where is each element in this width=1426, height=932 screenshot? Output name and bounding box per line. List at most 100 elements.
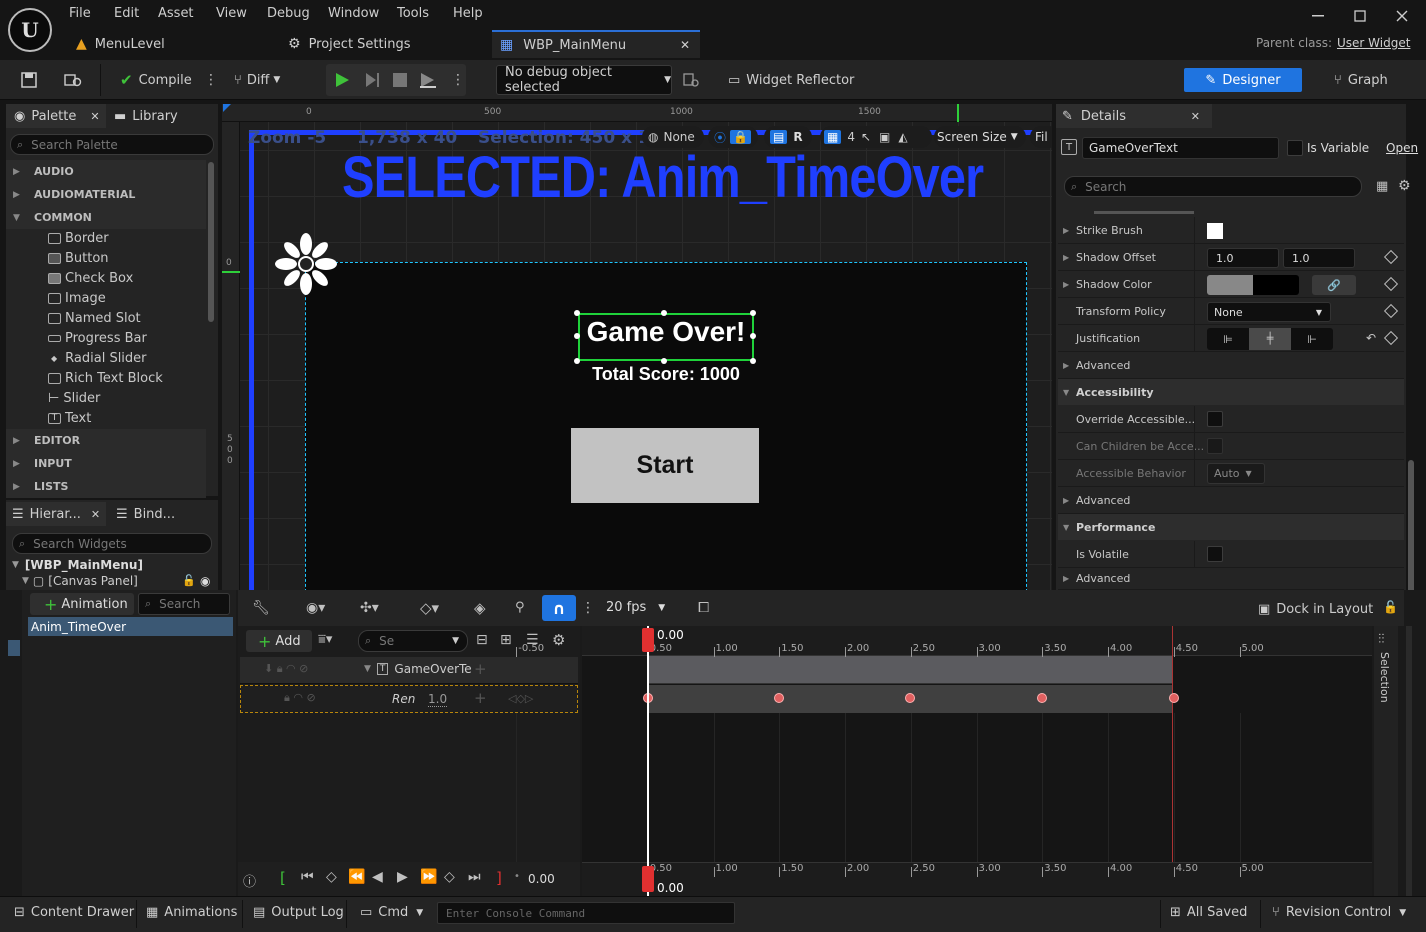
palette-search-input[interactable]: ⌕ Search Palette [10,134,214,155]
palette-item-check-box[interactable]: Check Box [48,268,133,288]
category-editor[interactable]: ▶ EDITOR [6,429,206,452]
revision-control-button[interactable]: ⑂ Revision Control ▼ [1272,905,1406,920]
collapse-icon[interactable]: ⊟ [476,632,488,648]
play-reverse-icon[interactable]: ◀ [372,869,383,885]
category-common[interactable]: ▼ COMMON [6,206,206,229]
game-over-text[interactable]: Game Over! [578,316,754,348]
keyframe[interactable] [774,693,784,703]
next-key-icon[interactable]: ◇ [444,869,455,885]
tab-menulevel[interactable]: ▲ MenuLevel [66,30,276,58]
transform-policy-select[interactable]: None ▼ [1207,302,1331,322]
current-time[interactable]: 0.00 [528,872,555,886]
fps-select[interactable]: 20 fps ▼ [600,600,665,615]
window-close-icon[interactable] [1392,6,1412,26]
step-icon[interactable] [362,70,382,90]
start-button[interactable]: Start [571,428,759,503]
close-icon[interactable]: ✕ [90,110,99,123]
menu-asset[interactable]: Asset [158,6,194,21]
graph-button[interactable]: ⑂ Graph [1334,66,1388,94]
menu-file[interactable]: File [69,6,91,21]
palette-item-named-slot[interactable]: Named Slot [48,308,141,328]
keyframe[interactable] [905,693,915,703]
debug-filter-icon[interactable] [681,70,701,90]
step-forward-icon[interactable]: ⏩ [420,869,437,885]
designer-canvas[interactable]: 0 500 1000 1500 0 5 0 0 Zoom -5 1,738 x … [222,104,1052,590]
dock-in-layout-button[interactable]: ▣ Dock in Layout [1258,602,1373,617]
accessible-behavior-select[interactable]: Auto ▼ [1207,463,1265,484]
menu-debug[interactable]: Debug [267,6,310,21]
palette-item-progress-bar[interactable]: Progress Bar [48,328,147,348]
chevron-right-icon[interactable]: ▶ [1063,226,1069,235]
lock-icon[interactable]: 🔒︎ ◠ ⊘ [284,691,316,705]
palette-scrollbar[interactable] [208,162,214,322]
tab-hierarchy[interactable]: ☰ Hierar... ✕ [6,502,106,526]
maximize-icon[interactable] [1350,6,1370,26]
tab-details[interactable]: ✎ Details ✕ [1056,104,1212,128]
align-right-icon[interactable]: ⊩ [1291,333,1333,346]
menu-edit[interactable]: Edit [114,6,139,21]
palette-item-text[interactable]: T Text [48,408,91,428]
advanced-row-1[interactable]: ▶ Advanced [1058,352,1404,379]
selection-tab-label[interactable]: Selection [1378,652,1391,703]
grid-view-icon[interactable]: ▦ [1376,179,1388,194]
align-left-icon[interactable]: ⊫ [1207,333,1249,346]
snap-options-icon[interactable]: ⋮ [581,600,595,616]
debug-object-select[interactable]: No debug object selected ▼ [496,65,672,95]
playhead-handle-bottom[interactable] [642,866,654,892]
widget-reflector-button[interactable]: ▭ Widget Reflector [728,66,854,94]
output-log-button[interactable]: ▤ Output Log [253,905,344,920]
menu-view[interactable]: View [216,6,247,21]
hierarchy-canvas-panel[interactable]: ▼ ▢ [Canvas Panel] [22,574,138,588]
add-track-button[interactable]: + Add [246,630,312,652]
palette-item-button[interactable]: Button [48,248,109,268]
play-options-icon[interactable]: ⋮ [451,72,465,88]
category-input[interactable]: ▶ INPUT [6,452,206,475]
console-command-input[interactable]: Enter Console Command [437,902,735,924]
play-forward-icon[interactable]: ▶ [397,869,408,885]
keyframe-diamond-icon[interactable] [1383,249,1399,265]
category-audiomaterial[interactable]: ▶ AUDIOMATERIAL [6,183,206,206]
plus-icon[interactable]: + [474,660,487,678]
animation-search-input[interactable]: ⌕ Search [138,593,230,615]
keyframe[interactable] [1169,693,1179,703]
close-icon[interactable]: ✕ [680,38,690,52]
end-bracket-icon[interactable]: ] [496,869,502,887]
animation-item-anim-timeover[interactable]: Anim_TimeOver [28,617,233,636]
is-volatile-checkbox[interactable] [1207,546,1223,562]
animations-button[interactable]: ▦ Animations [146,905,237,920]
chevron-right-icon[interactable]: ▶ [1063,253,1069,262]
pin-icon[interactable]: ⬇︎ 🔒︎ ◠ ⊘ [264,662,308,676]
fill-select[interactable]: Fil [1030,126,1052,148]
curve-editor-icon[interactable]: ⧠ [698,600,709,616]
sub-track-value[interactable]: 1.0 [428,692,448,707]
content-drawer-button[interactable]: ⊟ Content Drawer [14,905,134,920]
key-navigation-icon[interactable]: ◁◇▷ [508,692,533,705]
palette-item-radial-slider[interactable]: ◆ Radial Slider [48,348,147,368]
keyframe-diamond-icon[interactable] [1383,330,1399,346]
play-icon[interactable] [332,70,352,90]
filter-icon[interactable]: ⩸▾ [318,632,332,647]
playhead-line[interactable] [647,626,649,896]
all-saved-button[interactable]: ⊞ All Saved [1170,905,1247,920]
playhead-handle-top[interactable] [642,628,654,652]
palette-item-slider[interactable]: ⊢ Slider [48,388,100,408]
performance-section[interactable]: ▼ Performance [1058,514,1404,540]
hierarchy-search-input[interactable]: ⌕ Search Widgets [12,533,212,554]
compile-options-icon[interactable]: ⋮ [204,72,218,88]
align-center-icon[interactable]: ╪ [1249,328,1291,350]
unreal-logo[interactable]: U [8,8,52,52]
track-search-input[interactable]: ⌕ Se ▼ [358,630,468,652]
total-score-text[interactable]: Total Score: 1000 [562,364,770,385]
category-audio[interactable]: ▶ AUDIO [6,160,206,183]
parent-class-link[interactable]: User Widget [1337,36,1410,50]
details-search-input[interactable]: ⌕ Search [1064,176,1362,197]
tab-bind-widgets[interactable]: ☰ Bind... [116,502,175,526]
cmd-select[interactable]: ▭ Cmd ▼ [360,905,423,920]
override-accessible-checkbox[interactable] [1207,411,1223,427]
anchor-icon[interactable] [274,232,338,296]
open-link[interactable]: Open [1386,141,1418,155]
eject-icon[interactable] [418,70,438,90]
close-icon[interactable]: ✕ [1191,110,1200,123]
plus-icon[interactable]: + [474,689,487,707]
lock-icon[interactable]: 🔓 [182,574,196,587]
